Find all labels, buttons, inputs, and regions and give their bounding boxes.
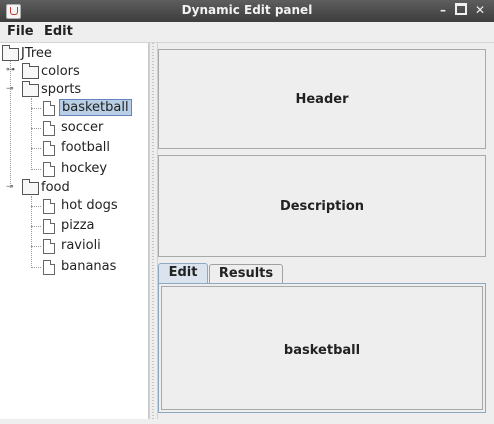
- leaf-icon: [43, 141, 55, 156]
- menu-file[interactable]: File: [7, 24, 34, 39]
- leaf-icon: [43, 239, 55, 254]
- close-button[interactable]: ✕: [473, 3, 487, 18]
- menu-edit[interactable]: Edit: [44, 24, 73, 39]
- maximize-button[interactable]: [454, 3, 468, 18]
- tree-leaf-label: ravioli: [61, 238, 101, 253]
- tree-panel[interactable]: JTree ⊶ colors ⊸ sports basketball socce…: [0, 43, 149, 419]
- tree-node-food[interactable]: food: [22, 178, 72, 197]
- tree-leaf-label: bananas: [61, 259, 117, 274]
- leaf-icon: [43, 219, 55, 234]
- tree-leaf-label: football: [61, 140, 111, 155]
- expanded-handle-icon[interactable]: ⊸: [6, 182, 14, 192]
- open-folder-icon: [22, 81, 39, 97]
- tree-leaf-label: pizza: [61, 218, 95, 233]
- window-title: Dynamic Edit panel: [181, 3, 313, 17]
- tree-leaf-hockey[interactable]: hockey: [43, 159, 109, 178]
- tree-connector: [31, 108, 41, 109]
- collapsed-handle-icon[interactable]: ⊶: [6, 65, 15, 75]
- expanded-handle-icon[interactable]: ⊸: [6, 84, 14, 94]
- tree-node-colors[interactable]: colors: [22, 62, 82, 81]
- tree-connector: [31, 128, 41, 129]
- edit-panel: basketball: [161, 286, 483, 410]
- tree-leaf-soccer[interactable]: soccer: [43, 118, 105, 137]
- tree-leaf-basketball[interactable]: basketball: [43, 98, 132, 117]
- open-folder-icon: [22, 179, 39, 195]
- leaf-icon: [43, 260, 55, 275]
- menu-bar: File Edit: [0, 22, 494, 43]
- tree-leaf-hot-dogs[interactable]: hot dogs: [43, 196, 120, 215]
- description-label: Description: [279, 199, 365, 214]
- tree-root[interactable]: JTree: [2, 44, 54, 63]
- tree-leaf-label: hot dogs: [61, 198, 118, 213]
- tree-node-label: sports: [41, 82, 82, 97]
- tree-leaf-label: basketball: [59, 99, 132, 116]
- tree-node-sports[interactable]: sports: [22, 80, 83, 99]
- tab-content: basketball: [158, 283, 486, 413]
- tree-connector: [10, 60, 11, 188]
- tree-connector: [31, 267, 41, 268]
- tree-leaf-bananas[interactable]: bananas: [43, 257, 118, 276]
- leaf-icon: [43, 101, 55, 116]
- tree-root-label: JTree: [21, 46, 52, 61]
- tree-connector: [31, 206, 41, 207]
- tree-connector: [31, 169, 41, 170]
- tree-leaf-football[interactable]: football: [43, 138, 112, 157]
- tree-leaf-label: soccer: [61, 120, 104, 135]
- tree-connector: [31, 226, 41, 227]
- leaf-icon: [43, 199, 55, 214]
- edit-content-label: basketball: [283, 343, 361, 358]
- tab-edit[interactable]: Edit: [158, 263, 208, 284]
- app-window: Dynamic Edit panel – ✕ File Edit JTree ⊶…: [0, 0, 494, 424]
- maximize-icon: [455, 3, 467, 15]
- divider-grip: [152, 43, 154, 419]
- header-panel: Header: [158, 49, 486, 149]
- split-pane-divider[interactable]: [149, 43, 158, 419]
- tab-strip: Edit Results: [158, 263, 486, 284]
- folder-icon: [2, 45, 19, 61]
- title-bar[interactable]: Dynamic Edit panel – ✕: [0, 0, 494, 23]
- folder-icon: [22, 63, 39, 79]
- tree-leaf-pizza[interactable]: pizza: [43, 216, 96, 235]
- tree-node-label: food: [41, 180, 70, 195]
- minimize-button[interactable]: –: [436, 3, 450, 18]
- description-panel: Description: [158, 155, 486, 257]
- tree-connector: [31, 148, 41, 149]
- leaf-icon: [43, 162, 55, 177]
- tree-node-label: colors: [41, 64, 80, 79]
- tree-leaf-ravioli[interactable]: ravioli: [43, 236, 103, 255]
- tab-results[interactable]: Results: [209, 264, 283, 283]
- tree-connector: [31, 246, 41, 247]
- header-label: Header: [295, 92, 349, 107]
- leaf-icon: [43, 121, 55, 136]
- tree-leaf-label: hockey: [61, 161, 108, 176]
